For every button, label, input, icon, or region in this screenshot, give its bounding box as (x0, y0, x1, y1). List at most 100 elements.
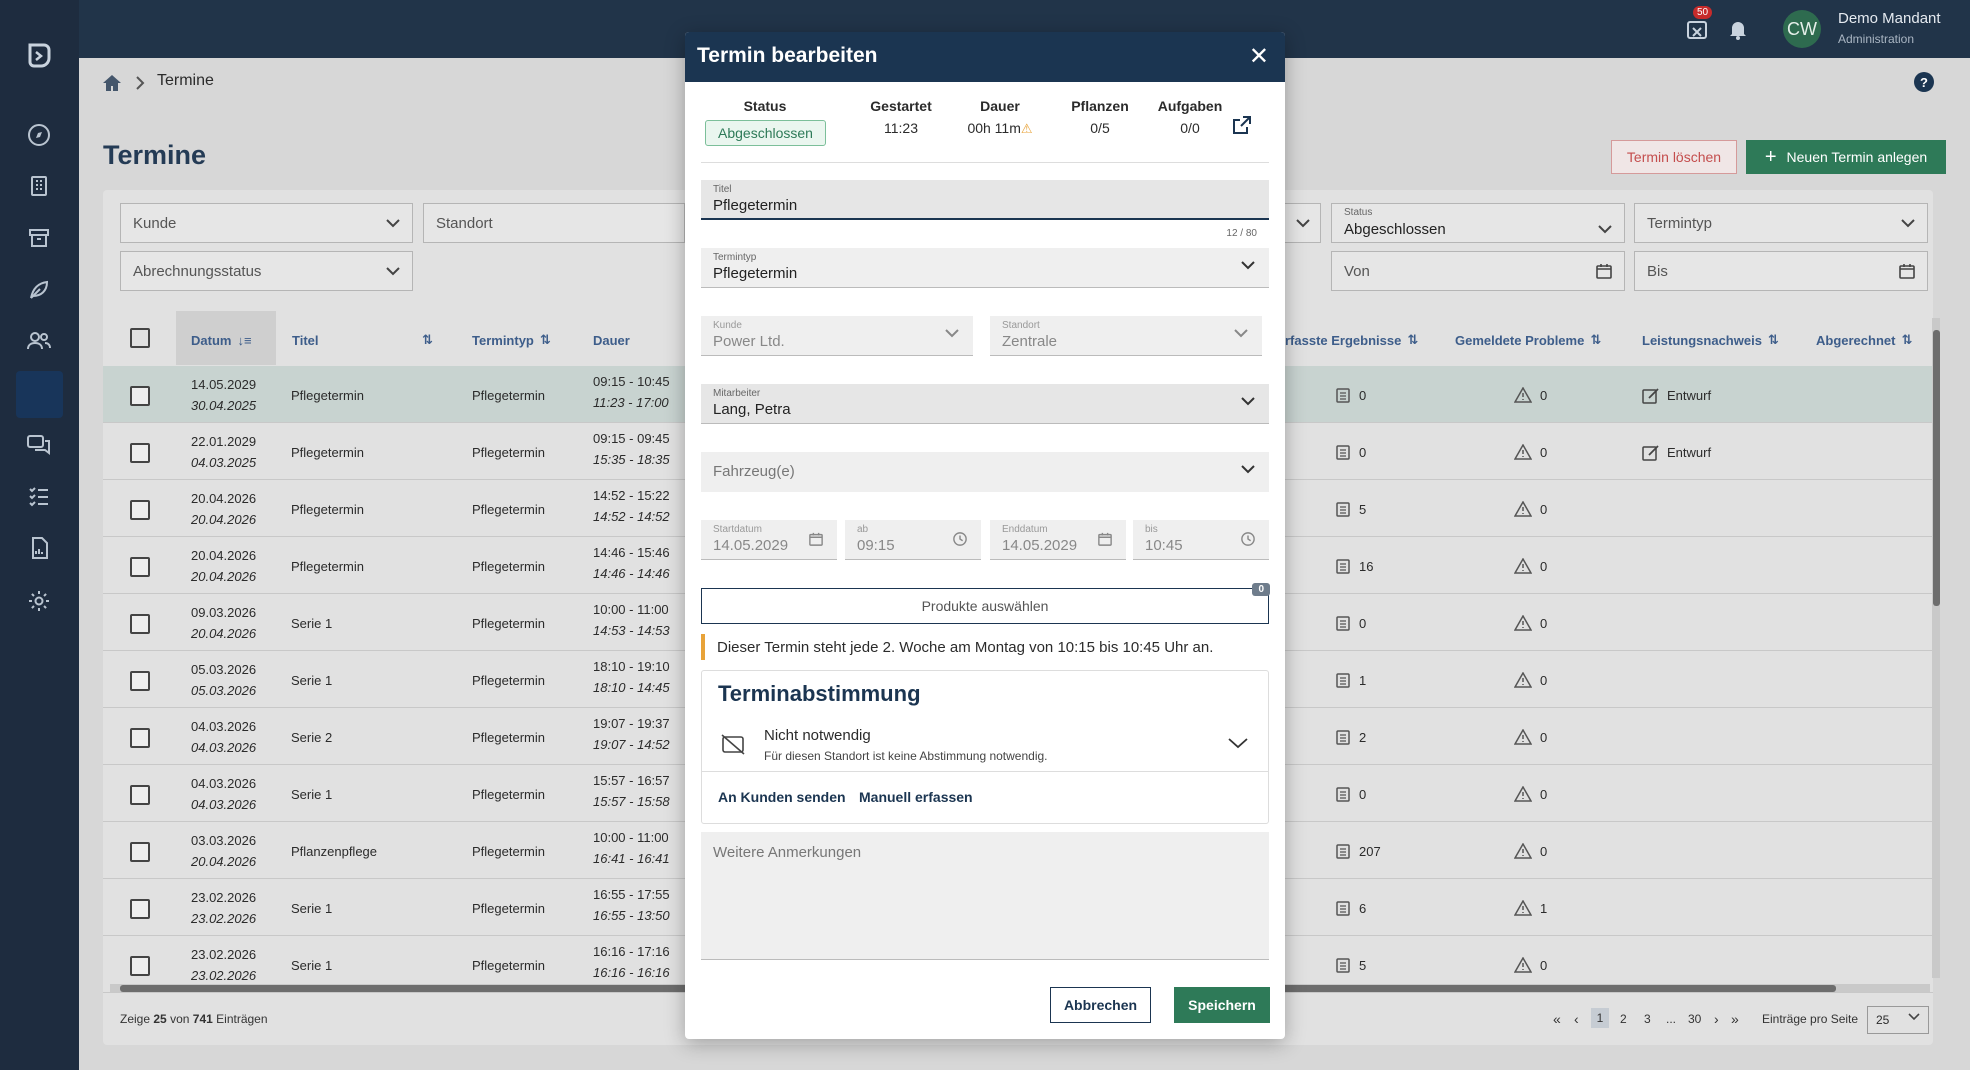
external-link-icon[interactable] (1231, 114, 1253, 136)
header-termintyp[interactable]: Termintyp ⇅ (472, 320, 551, 360)
row-checkbox[interactable] (130, 956, 150, 976)
settings-icon[interactable] (22, 584, 56, 618)
filter-termintyp[interactable]: Termintyp (1634, 203, 1928, 243)
row-checkbox[interactable] (130, 614, 150, 634)
document-chart-icon[interactable] (22, 531, 56, 565)
home-icon[interactable] (101, 73, 123, 93)
cell-datum: 23.02.2026 23.02.2026 (191, 947, 256, 983)
checklist-icon[interactable] (22, 479, 56, 513)
last-page-icon[interactable]: » (1731, 1011, 1739, 1027)
page-30[interactable]: 30 (1688, 1012, 1701, 1026)
chat-icon[interactable] (22, 428, 56, 462)
filter-hidden-dropdown[interactable] (1285, 203, 1321, 243)
bell-icon[interactable] (1727, 18, 1749, 40)
cell-datum: 05.03.2026 05.03.2026 (191, 662, 256, 698)
help-icon[interactable]: ? (1914, 72, 1934, 92)
mitarbeiter-select[interactable]: Mitarbeiter Lang, Petra (701, 384, 1269, 424)
filter-standort[interactable]: Standort (423, 203, 685, 243)
cell-ergebnisse: 0 (1359, 445, 1366, 460)
filter-kunde[interactable]: Kunde (120, 203, 413, 243)
row-checkbox[interactable] (130, 443, 150, 463)
filter-abrechnungsstatus[interactable]: Abrechnungsstatus (120, 251, 413, 291)
header-leistungsnachweis[interactable]: Leistungsnachweis ⇅ (1642, 320, 1779, 360)
page-3[interactable]: 3 (1644, 1012, 1651, 1026)
ab-value: 09:15 (857, 537, 895, 554)
page-title: Termine (103, 140, 207, 170)
per-page-select[interactable]: 25 (1867, 1006, 1929, 1034)
page-1[interactable]: 1 (1591, 1008, 1609, 1028)
calendar-icon[interactable] (1899, 263, 1915, 279)
warning-icon (1514, 444, 1532, 460)
clipboard-icon (1336, 387, 1350, 403)
header-datum[interactable]: Datum ↓≡ (191, 320, 252, 360)
close-icon[interactable]: ✕ (1249, 42, 1269, 71)
row-checkbox[interactable] (130, 557, 150, 577)
row-checkbox[interactable] (130, 728, 150, 748)
header-ergebnisse[interactable]: rfasste Ergebnisse ⇅ (1285, 320, 1418, 360)
cell-ergebnisse-main: 16 (1359, 559, 1374, 574)
cell-titel: Serie 1 (291, 787, 332, 802)
calendar-off-icon (720, 733, 746, 755)
page-2[interactable]: 2 (1620, 1012, 1627, 1026)
filter-von-label: Von (1344, 262, 1370, 280)
row-checkbox[interactable] (130, 785, 150, 805)
cell-probleme: 0 (1540, 445, 1547, 460)
terminabstimmung-section: Terminabstimmung Nicht notwendig Für die… (701, 670, 1269, 824)
row-checkbox[interactable] (130, 500, 150, 520)
save-button[interactable]: Speichern (1174, 987, 1270, 1023)
cell-ergebnisse-main: 0 (1359, 787, 1367, 802)
cell-dauer-sub: 16:41 - 16:41 (593, 851, 670, 866)
vertical-scrollbar-thumb[interactable] (1933, 330, 1940, 606)
notes-textarea[interactable]: Weitere Anmerkungen (701, 832, 1269, 960)
warning-icon (1514, 501, 1532, 517)
titel-field[interactable]: Titel Pflegetermin (701, 180, 1269, 220)
cell-ergebnisse-main: 0 (1359, 388, 1367, 403)
filter-von[interactable]: Von (1331, 251, 1625, 291)
app-logo-icon[interactable] (22, 38, 56, 72)
header-titel[interactable]: Titel (292, 320, 319, 360)
select-all-checkbox[interactable] (130, 328, 150, 348)
filter-bis[interactable]: Bis (1634, 251, 1928, 291)
filter-status[interactable]: Status Abgeschlossen (1331, 203, 1625, 243)
cancel-button[interactable]: Abbrechen (1050, 987, 1151, 1023)
leaf-icon[interactable] (22, 273, 56, 307)
select-products-button[interactable]: Produkte auswählen 0 (701, 583, 1270, 624)
calendar-notifications-icon[interactable] (1686, 18, 1708, 40)
cell-termintyp-main: Pflegetermin (472, 730, 545, 745)
header-abgerechnet-label: Abgerechnet (1816, 332, 1896, 348)
sidebar-item-termine-active[interactable] (16, 371, 63, 418)
fahrzeug-select[interactable]: Fahrzeug(e) (701, 452, 1269, 492)
chevron-down-icon[interactable] (1228, 737, 1248, 749)
row-checkbox[interactable] (130, 842, 150, 862)
termintyp-select[interactable]: Termintyp Pflegetermin (701, 248, 1269, 288)
new-termin-button[interactable]: + Neuen Termin anlegen (1746, 140, 1946, 174)
header-dauer[interactable]: Dauer (593, 320, 630, 360)
row-checkbox[interactable] (130, 899, 150, 919)
avatar[interactable]: CW (1783, 10, 1821, 48)
manual-entry-button[interactable]: Manuell erfassen (859, 789, 973, 805)
header-probleme[interactable]: Gemeldete Probleme ⇅ (1455, 320, 1601, 360)
modal-header: Termin bearbeiten ✕ (685, 32, 1285, 82)
prev-page-icon[interactable]: ‹ (1574, 1011, 1579, 1027)
first-page-icon[interactable]: « (1553, 1011, 1561, 1027)
delete-termin-button[interactable]: Termin löschen (1611, 140, 1737, 174)
sort-titel-icon[interactable]: ⇅ (422, 320, 433, 360)
next-page-icon[interactable]: › (1714, 1011, 1719, 1027)
clipboard-icon (1336, 843, 1350, 859)
cell-dauer-main: 09:15 - 09:45 (593, 431, 670, 446)
users-icon[interactable] (22, 324, 56, 358)
cell-datum: 04.03.2026 04.03.2026 (191, 719, 256, 755)
archive-icon[interactable] (22, 221, 56, 255)
row-checkbox[interactable] (130, 386, 150, 406)
header-abgerechnet[interactable]: Abgerechnet ⇅ (1816, 320, 1912, 360)
compass-icon[interactable] (22, 118, 56, 152)
cell-probleme: 0 (1540, 958, 1547, 973)
header-termintyp-label: Termintyp (472, 332, 534, 348)
row-checkbox[interactable] (130, 671, 150, 691)
calendar-icon[interactable] (1596, 263, 1612, 279)
cell-termintyp: Pflegetermin (472, 844, 545, 859)
cell-probleme: 0 (1540, 559, 1547, 574)
cell-probleme: 0 (1540, 388, 1547, 403)
send-to-customer-button[interactable]: An Kunden senden (718, 789, 846, 805)
building-icon[interactable] (22, 169, 56, 203)
